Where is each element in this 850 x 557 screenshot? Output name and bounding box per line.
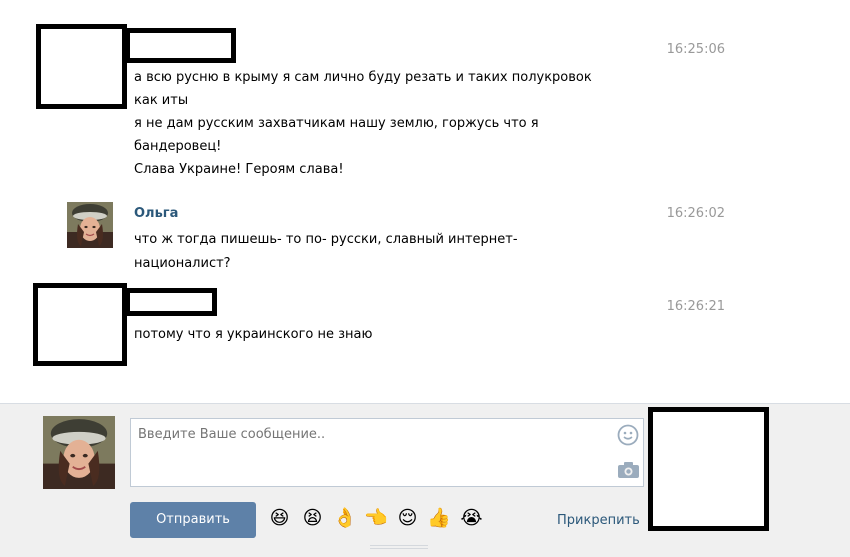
crying-emoji-icon[interactable]: 😭 [460,507,483,530]
avatar[interactable] [67,202,113,248]
tired-emoji-icon[interactable]: 😫 [301,507,324,530]
redacted-area [648,407,769,531]
resize-handle[interactable] [370,544,428,552]
relieved-emoji-icon[interactable]: 😌 [396,507,419,530]
attach-link[interactable]: Прикрепить [557,513,640,528]
camera-icon[interactable] [617,461,640,479]
avatar-photo [67,202,113,248]
message-text-line: как иты [134,93,189,108]
redacted-avatar-1 [36,24,127,109]
message-input[interactable] [130,418,644,487]
redacted-name-1 [125,28,236,63]
message-time: 16:25:06 [666,42,725,57]
avatar-photo [43,416,115,489]
message-text-line: что ж тогда пишешь- то по- русски, славн… [134,232,518,247]
redacted-name-3 [125,288,217,316]
message-text-line: я не дам русским захватчикам нашу землю,… [134,116,539,131]
message-text-line: Слава Украине! Героям слава! [134,162,344,177]
ok-hand-emoji-icon[interactable]: 👌 [333,507,357,530]
thumbs-up-emoji-icon[interactable]: 👍 [427,507,451,530]
message-time: 16:26:21 [666,299,725,314]
message-text-line: а всю русню в крыму я сам лично буду рез… [134,70,592,85]
message-text-line: потому что я украинского не знаю [134,327,373,342]
message-text-line: националист? [134,256,231,271]
message-author[interactable]: Ольга [134,206,178,221]
message-time: 16:26:02 [666,206,725,221]
message-text-line: бандеровец! [134,139,222,154]
laughing-emoji-icon[interactable]: 😆 [268,507,291,530]
pointing-left-emoji-icon[interactable]: 👈 [364,507,388,530]
redacted-avatar-3 [33,283,127,366]
send-button[interactable]: Отправить [130,502,256,538]
smiley-icon[interactable] [617,424,639,446]
composer-avatar [43,416,115,489]
